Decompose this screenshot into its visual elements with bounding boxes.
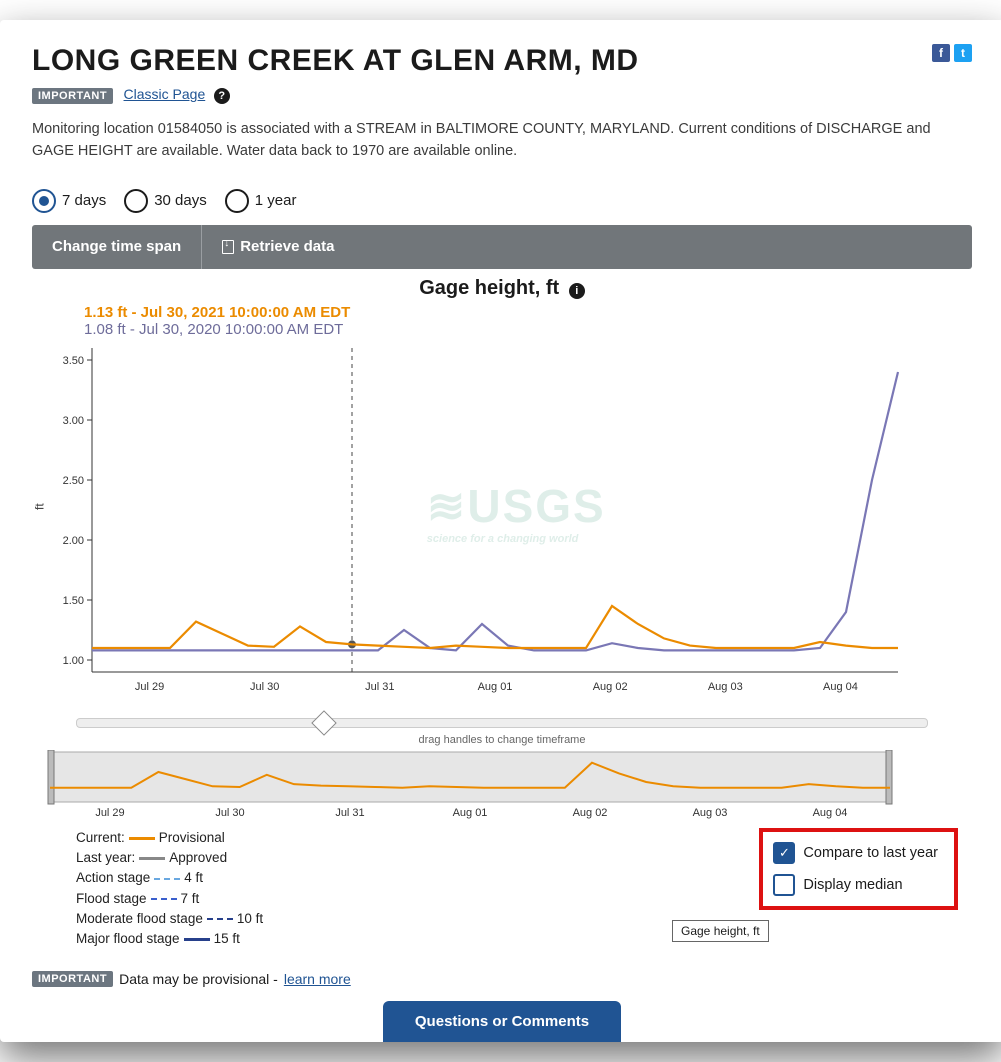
retrieve-data-button[interactable]: Retrieve data [202, 225, 354, 269]
svg-text:2.00: 2.00 [63, 535, 84, 547]
chart-svg: 1.00 1.50 2.00 2.50 3.00 3.50 Jul 29 Jul 30 Jul … [32, 342, 908, 702]
cursor-readout-lastyear: 1.08 ft - Jul 30, 2020 10:00:00 AM EDT [84, 321, 972, 338]
svg-text:Jul 31: Jul 31 [335, 807, 364, 819]
slider-handle[interactable] [311, 710, 336, 735]
checkbox-label: Display median [803, 877, 902, 893]
provisional-notice: IMPORTANT Data may be provisional - lear… [32, 971, 972, 987]
svg-text:1.50: 1.50 [63, 595, 84, 607]
mini-svg: Jul 29 Jul 30 Jul 31 Aug 01 Aug 02 Aug 03 Aug … [46, 750, 894, 820]
svg-text:1.00: 1.00 [63, 655, 84, 667]
svg-text:Aug 01: Aug 01 [453, 807, 488, 819]
svg-text:Aug 01: Aug 01 [478, 681, 513, 693]
checkbox-icon: ✓ [773, 842, 795, 864]
important-badge: IMPORTANT [32, 971, 113, 987]
svg-text:Jul 31: Jul 31 [365, 681, 394, 693]
svg-text:3.50: 3.50 [63, 355, 84, 367]
svg-text:Jul 30: Jul 30 [250, 681, 279, 693]
radio-1-year[interactable]: 1 year [225, 189, 297, 213]
svg-text:Aug 03: Aug 03 [708, 681, 743, 693]
social-share: f t [932, 44, 972, 62]
chart-toolbar: Change time span Retrieve data [32, 225, 972, 269]
learn-more-link[interactable]: learn more [284, 971, 351, 987]
svg-text:Jul 29: Jul 29 [95, 807, 124, 819]
svg-text:Aug 04: Aug 04 [813, 807, 848, 819]
checkbox-label: Compare to last year [803, 845, 938, 861]
cursor-readout-current: 1.13 ft - Jul 30, 2021 10:00:00 AM EDT [84, 304, 972, 321]
twitter-icon[interactable]: t [954, 44, 972, 62]
svg-text:Jul 30: Jul 30 [215, 807, 244, 819]
facebook-icon[interactable]: f [932, 44, 950, 62]
important-badge: IMPORTANT [32, 88, 113, 104]
svg-text:Aug 03: Aug 03 [693, 807, 728, 819]
svg-text:Aug 02: Aug 02 [573, 807, 608, 819]
checkbox-icon [773, 874, 795, 896]
retrieve-label: Retrieve data [240, 238, 334, 255]
compare-lastyear-checkbox[interactable]: ✓ Compare to last year [773, 842, 938, 864]
series-tooltip: Gage height, ft [672, 920, 769, 942]
timespan-radios: 7 days 30 days 1 year [32, 189, 972, 213]
svg-text:Jul 29: Jul 29 [135, 681, 164, 693]
y-axis-unit: ft [32, 503, 46, 510]
classic-row: IMPORTANT Classic Page ? [32, 86, 972, 104]
svg-text:Aug 04: Aug 04 [823, 681, 858, 693]
radio-label: 30 days [154, 192, 207, 209]
radio-label: 7 days [62, 192, 106, 209]
compare-controls-highlight: ✓ Compare to last year Display median [759, 828, 958, 910]
legend: Current:Provisional Last year:Approved A… [76, 828, 263, 950]
svg-text:2.50: 2.50 [63, 475, 84, 487]
page-title: LONG GREEN CREEK AT GLEN ARM, MD [32, 44, 639, 78]
info-icon[interactable]: i [569, 283, 585, 299]
help-icon[interactable]: ? [214, 88, 230, 104]
change-timespan-button[interactable]: Change time span [32, 225, 201, 269]
display-median-checkbox[interactable]: Display median [773, 874, 938, 896]
main-chart[interactable]: 1.13 ft - Jul 30, 2021 10:00:00 AM EDT 1… [32, 304, 972, 702]
svg-text:Aug 02: Aug 02 [593, 681, 628, 693]
radio-label: 1 year [255, 192, 297, 209]
radio-7-days[interactable]: 7 days [32, 189, 106, 213]
overview-chart[interactable]: Jul 29 Jul 30 Jul 31 Aug 01 Aug 02 Aug 03 Aug … [46, 750, 958, 820]
classic-page-link[interactable]: Classic Page [124, 86, 206, 102]
location-description: Monitoring location 01584050 is associat… [32, 118, 972, 163]
time-slider[interactable] [76, 718, 928, 728]
drag-hint: drag handles to change timeframe [32, 734, 972, 746]
questions-comments-button[interactable]: Questions or Comments [383, 1001, 621, 1042]
download-icon [222, 240, 234, 254]
chart-title: Gage height, ft i [32, 277, 972, 300]
radio-30-days[interactable]: 30 days [124, 189, 207, 213]
svg-text:3.00: 3.00 [63, 415, 84, 427]
